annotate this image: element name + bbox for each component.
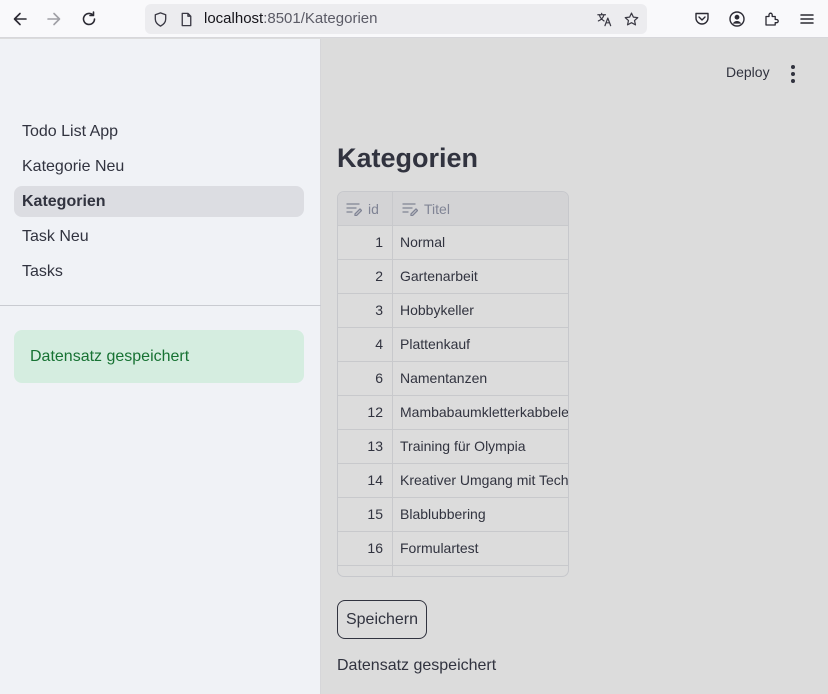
- page-icon[interactable]: [177, 10, 195, 28]
- back-icon[interactable]: [8, 7, 32, 31]
- main-content: Deploy Kategorien id Titel 1 Normal 2 Garte…: [322, 39, 828, 694]
- cell-id[interactable]: 16: [338, 532, 393, 566]
- cell-titel[interactable]: Kreativer Umgang mit Technik: [394, 464, 568, 498]
- sidebar: Todo List App Kategorie Neu Kategorien T…: [0, 39, 321, 694]
- column-header-id[interactable]: id: [338, 192, 393, 226]
- edit-column-icon: [346, 203, 362, 216]
- cell-id[interactable]: 3: [338, 294, 393, 328]
- sidebar-item-task-neu[interactable]: Task Neu: [14, 221, 304, 252]
- column-header-titel[interactable]: Titel: [394, 192, 568, 226]
- sidebar-divider: [0, 305, 321, 306]
- pocket-icon[interactable]: [690, 7, 714, 31]
- menu-icon[interactable]: [795, 7, 819, 31]
- bookmark-star-icon[interactable]: [622, 10, 640, 28]
- sidebar-nav: Todo List App Kategorie Neu Kategorien T…: [14, 116, 304, 291]
- sidebar-item-tasks[interactable]: Tasks: [14, 256, 304, 287]
- more-options-icon[interactable]: [789, 65, 797, 83]
- deploy-button[interactable]: Deploy: [726, 64, 770, 80]
- cell-titel[interactable]: Gartenarbeit: [394, 260, 568, 294]
- table-row[interactable]: 2 Gartenarbeit: [338, 260, 568, 294]
- column-header-titel-label: Titel: [424, 200, 450, 217]
- cell-titel[interactable]: Blablubbering: [394, 498, 568, 532]
- cell-id[interactable]: 12: [338, 396, 393, 430]
- table-row[interactable]: 13 Training für Olympia: [338, 430, 568, 464]
- table-header-row: id Titel: [338, 192, 568, 226]
- table-row[interactable]: 3 Hobbykeller: [338, 294, 568, 328]
- data-table[interactable]: id Titel 1 Normal 2 Gartenarbeit 3 Hobbykelle…: [337, 191, 569, 577]
- extensions-icon[interactable]: [760, 7, 784, 31]
- cell-id[interactable]: 4: [338, 328, 393, 362]
- cell-titel[interactable]: Plattenkauf: [394, 328, 568, 362]
- table-row[interactable]: 14 Kreativer Umgang mit Technik: [338, 464, 568, 498]
- cell-titel[interactable]: Training für Olympia: [394, 430, 568, 464]
- url-bar[interactable]: localhost:8501/Kategorien: [145, 4, 647, 34]
- cell-id[interactable]: 6: [338, 362, 393, 396]
- success-alert: Datensatz gespeichert: [14, 330, 304, 383]
- cell-id[interactable]: 15: [338, 498, 393, 532]
- status-text: Datensatz gespeichert: [337, 657, 497, 674]
- table-row[interactable]: 16 Formulartest: [338, 532, 568, 566]
- page-title: Kategorien: [337, 143, 479, 173]
- table-row[interactable]: 6 Namentanzen: [338, 362, 568, 396]
- shield-icon[interactable]: [151, 10, 169, 28]
- cell-id[interactable]: 14: [338, 464, 393, 498]
- cell-titel[interactable]: [394, 566, 568, 576]
- table-row[interactable]: 4 Plattenkauf: [338, 328, 568, 362]
- edit-column-icon: [402, 203, 418, 216]
- cell-id[interactable]: 2: [338, 260, 393, 294]
- save-button[interactable]: Speichern: [337, 600, 427, 639]
- url-host: localhost: [204, 10, 264, 27]
- cell-id[interactable]: 13: [338, 430, 393, 464]
- account-icon[interactable]: [725, 7, 749, 31]
- table-row[interactable]: 1 Normal: [338, 226, 568, 260]
- cell-id[interactable]: 1: [338, 226, 393, 260]
- browser-toolbar: localhost:8501/Kategorien: [0, 0, 828, 38]
- column-header-id-label: id: [368, 200, 379, 217]
- translate-icon[interactable]: [595, 10, 613, 28]
- cell-titel[interactable]: Hobbykeller: [394, 294, 568, 328]
- cell-id[interactable]: [338, 566, 393, 576]
- cell-titel[interactable]: Formulartest: [394, 532, 568, 566]
- url-path: :8501/Kategorien: [263, 10, 378, 27]
- table-row[interactable]: 12 Mambabaumkletterkabbelei: [338, 396, 568, 430]
- reload-icon[interactable]: [77, 7, 101, 31]
- forward-icon[interactable]: [42, 7, 66, 31]
- sidebar-item-kategorien[interactable]: Kategorien: [14, 186, 304, 217]
- cell-titel[interactable]: Mambabaumkletterkabbelei: [394, 396, 568, 430]
- url-text[interactable]: localhost:8501/Kategorien: [204, 10, 377, 28]
- table-row[interactable]: [338, 566, 568, 576]
- cell-titel[interactable]: Namentanzen: [394, 362, 568, 396]
- sidebar-item-todo-list-app[interactable]: Todo List App: [14, 116, 304, 147]
- table-row[interactable]: 15 Blablubbering: [338, 498, 568, 532]
- sidebar-item-kategorie-neu[interactable]: Kategorie Neu: [14, 151, 304, 182]
- cell-titel[interactable]: Normal: [394, 226, 568, 260]
